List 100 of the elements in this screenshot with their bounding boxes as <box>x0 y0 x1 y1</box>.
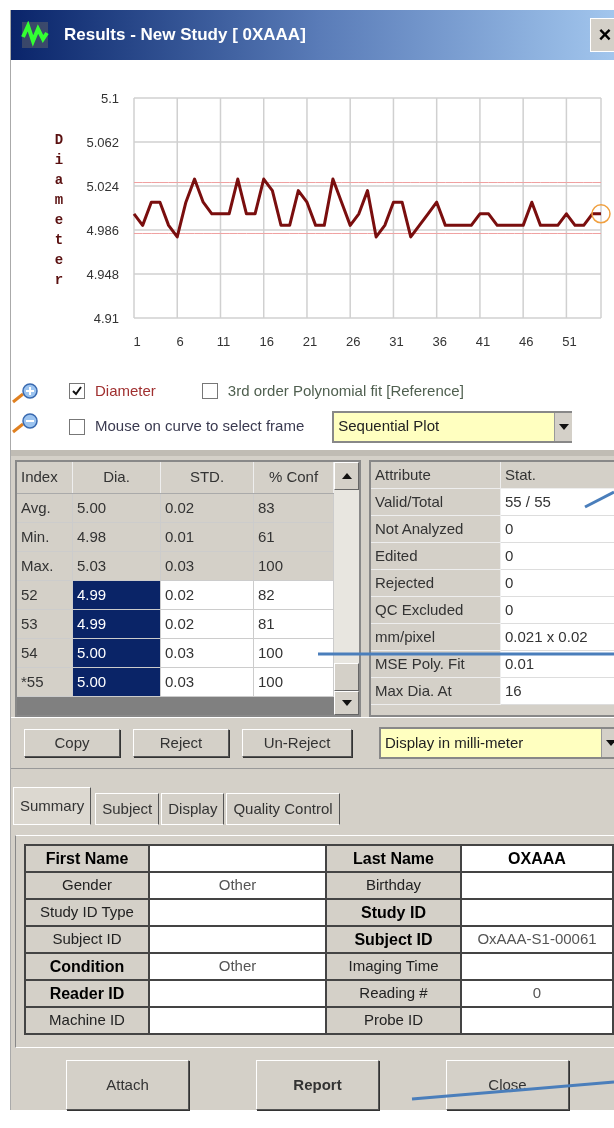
table-cell: 0 <box>501 543 614 570</box>
table-cell: 53 <box>17 610 73 639</box>
checkbox-label: 3rd order Polynomial fit [Reference] <box>227 381 464 401</box>
checkbox-label: Mouse on curve to select frame <box>95 416 305 437</box>
tick-label: 51 <box>562 334 577 349</box>
field-label: Probe ID <box>327 1008 460 1033</box>
table-cell: Min. <box>17 523 73 552</box>
tick-label: 26 <box>345 334 361 349</box>
column-header[interactable]: Dia. <box>73 462 161 493</box>
tick-label: 5.1 <box>100 91 119 106</box>
axis-title: Diameter <box>53 131 65 290</box>
table-cell[interactable]: 5.00 <box>73 668 161 697</box>
checkbox[interactable] <box>69 418 85 435</box>
checkbox-label: Diameter <box>95 381 156 401</box>
leader-line <box>584 490 614 509</box>
button[interactable]: Report <box>256 1060 379 1110</box>
tick-label: 5.024 <box>86 179 119 194</box>
tick-label: 46 <box>518 334 534 349</box>
field-label: Birthday <box>327 873 460 898</box>
field-label: Last Name <box>327 846 460 871</box>
tick-label: 4.948 <box>86 267 119 282</box>
tick-label: 36 <box>432 334 447 349</box>
table-cell: 0.01 <box>161 523 254 552</box>
table-cell: 0 <box>501 570 614 597</box>
button[interactable]: Copy <box>24 729 120 757</box>
table-cell: *55 <box>17 668 73 697</box>
scrollbar[interactable] <box>334 462 359 715</box>
units-select[interactable]: Display in milli-meter <box>379 727 614 759</box>
field-value: OXAAA <box>462 846 612 871</box>
tick-label: 21 <box>302 334 318 349</box>
field-label: Subject ID <box>327 927 460 952</box>
table-cell: Max. <box>17 552 73 581</box>
field-label: Reading # <box>327 981 460 1006</box>
button[interactable]: Un-Reject <box>242 729 352 757</box>
table-cell: 0.02 <box>161 581 254 610</box>
table-cell: 82 <box>254 581 334 610</box>
column-header[interactable]: Index <box>17 462 73 493</box>
field-value: OxAAA-S1-00061 <box>462 927 612 952</box>
tick-label: 1 <box>133 334 141 349</box>
tick-label: 6 <box>176 334 184 349</box>
field-value: 0 <box>462 981 612 1006</box>
field-value: Other <box>150 873 325 898</box>
tab[interactable]: Display <box>161 793 225 825</box>
dropdown-icon <box>601 729 614 757</box>
table-cell: 100 <box>254 639 334 668</box>
point-marker[interactable] <box>591 204 611 224</box>
table-cell: 16 <box>501 678 614 705</box>
scroll-up-icon[interactable] <box>341 473 352 479</box>
field-label: Study ID <box>327 900 460 925</box>
zoom-out-icon[interactable] <box>11 412 41 434</box>
table-cell[interactable]: 4.98 <box>73 523 161 552</box>
table-cell: 52 <box>17 581 73 610</box>
field-label: Imaging Time <box>327 954 460 979</box>
table-cell: 0.02 <box>161 494 254 523</box>
scroll-thumb[interactable] <box>334 663 359 691</box>
close-button[interactable]: × <box>590 18 614 52</box>
table-cell: 0.02 <box>161 610 254 639</box>
tab[interactable]: Quality Control <box>226 793 340 825</box>
table-cell[interactable]: 5.03 <box>73 552 161 581</box>
table-cell: 83 <box>254 494 334 523</box>
column-header[interactable]: STD. <box>161 462 254 493</box>
tick-label: 4.91 <box>93 311 119 326</box>
field-label: Study ID Type <box>26 900 148 925</box>
field-label: Gender <box>26 873 148 898</box>
window-title: Results - New Study [ 0XAAA] <box>64 24 306 47</box>
plot-mode-select[interactable]: Sequential Plot <box>332 410 573 443</box>
tick-label: 16 <box>259 334 274 349</box>
table-cell: 81 <box>254 610 334 639</box>
table-cell: 55 / 55 <box>501 489 614 516</box>
table-cell: 0.03 <box>161 668 254 697</box>
table-cell: 100 <box>254 668 334 697</box>
button[interactable]: Reject <box>133 729 229 757</box>
table-cell: 54 <box>17 639 73 668</box>
checkbox[interactable] <box>69 383 85 400</box>
table-cell[interactable]: 5.00 <box>73 639 161 668</box>
table-cell: 0 <box>501 516 614 543</box>
field-label: First Name <box>26 846 148 871</box>
field-value: Other <box>150 954 325 979</box>
tab[interactable]: Summary <box>13 787 92 825</box>
table-cell: 0.03 <box>161 552 254 581</box>
tick-label: 41 <box>475 334 491 349</box>
table-cell[interactable]: 5.00 <box>73 494 161 523</box>
scroll-down-icon[interactable] <box>341 700 352 706</box>
tick-label: 11 <box>216 334 231 349</box>
table-cell[interactable]: 4.99 <box>73 610 161 639</box>
table-cell[interactable]: 4.99 <box>73 581 161 610</box>
zoom-in-icon[interactable] <box>11 382 41 404</box>
button[interactable]: Attach <box>66 1060 189 1110</box>
table-cell: 61 <box>254 523 334 552</box>
table-cell: 0 <box>501 597 614 624</box>
dropdown-icon <box>554 412 573 441</box>
tab[interactable]: Subject <box>95 793 160 825</box>
field-label: Condition <box>26 954 148 979</box>
tick-label: 4.986 <box>86 223 119 238</box>
column-header[interactable]: Attribute <box>371 462 501 489</box>
field-label: Reader ID <box>26 981 148 1006</box>
table-cell: 0.021 x 0.02 <box>501 624 614 651</box>
table-cell: Avg. <box>17 494 73 523</box>
field-label: Machine ID <box>26 1008 148 1033</box>
checkbox[interactable] <box>201 383 218 400</box>
